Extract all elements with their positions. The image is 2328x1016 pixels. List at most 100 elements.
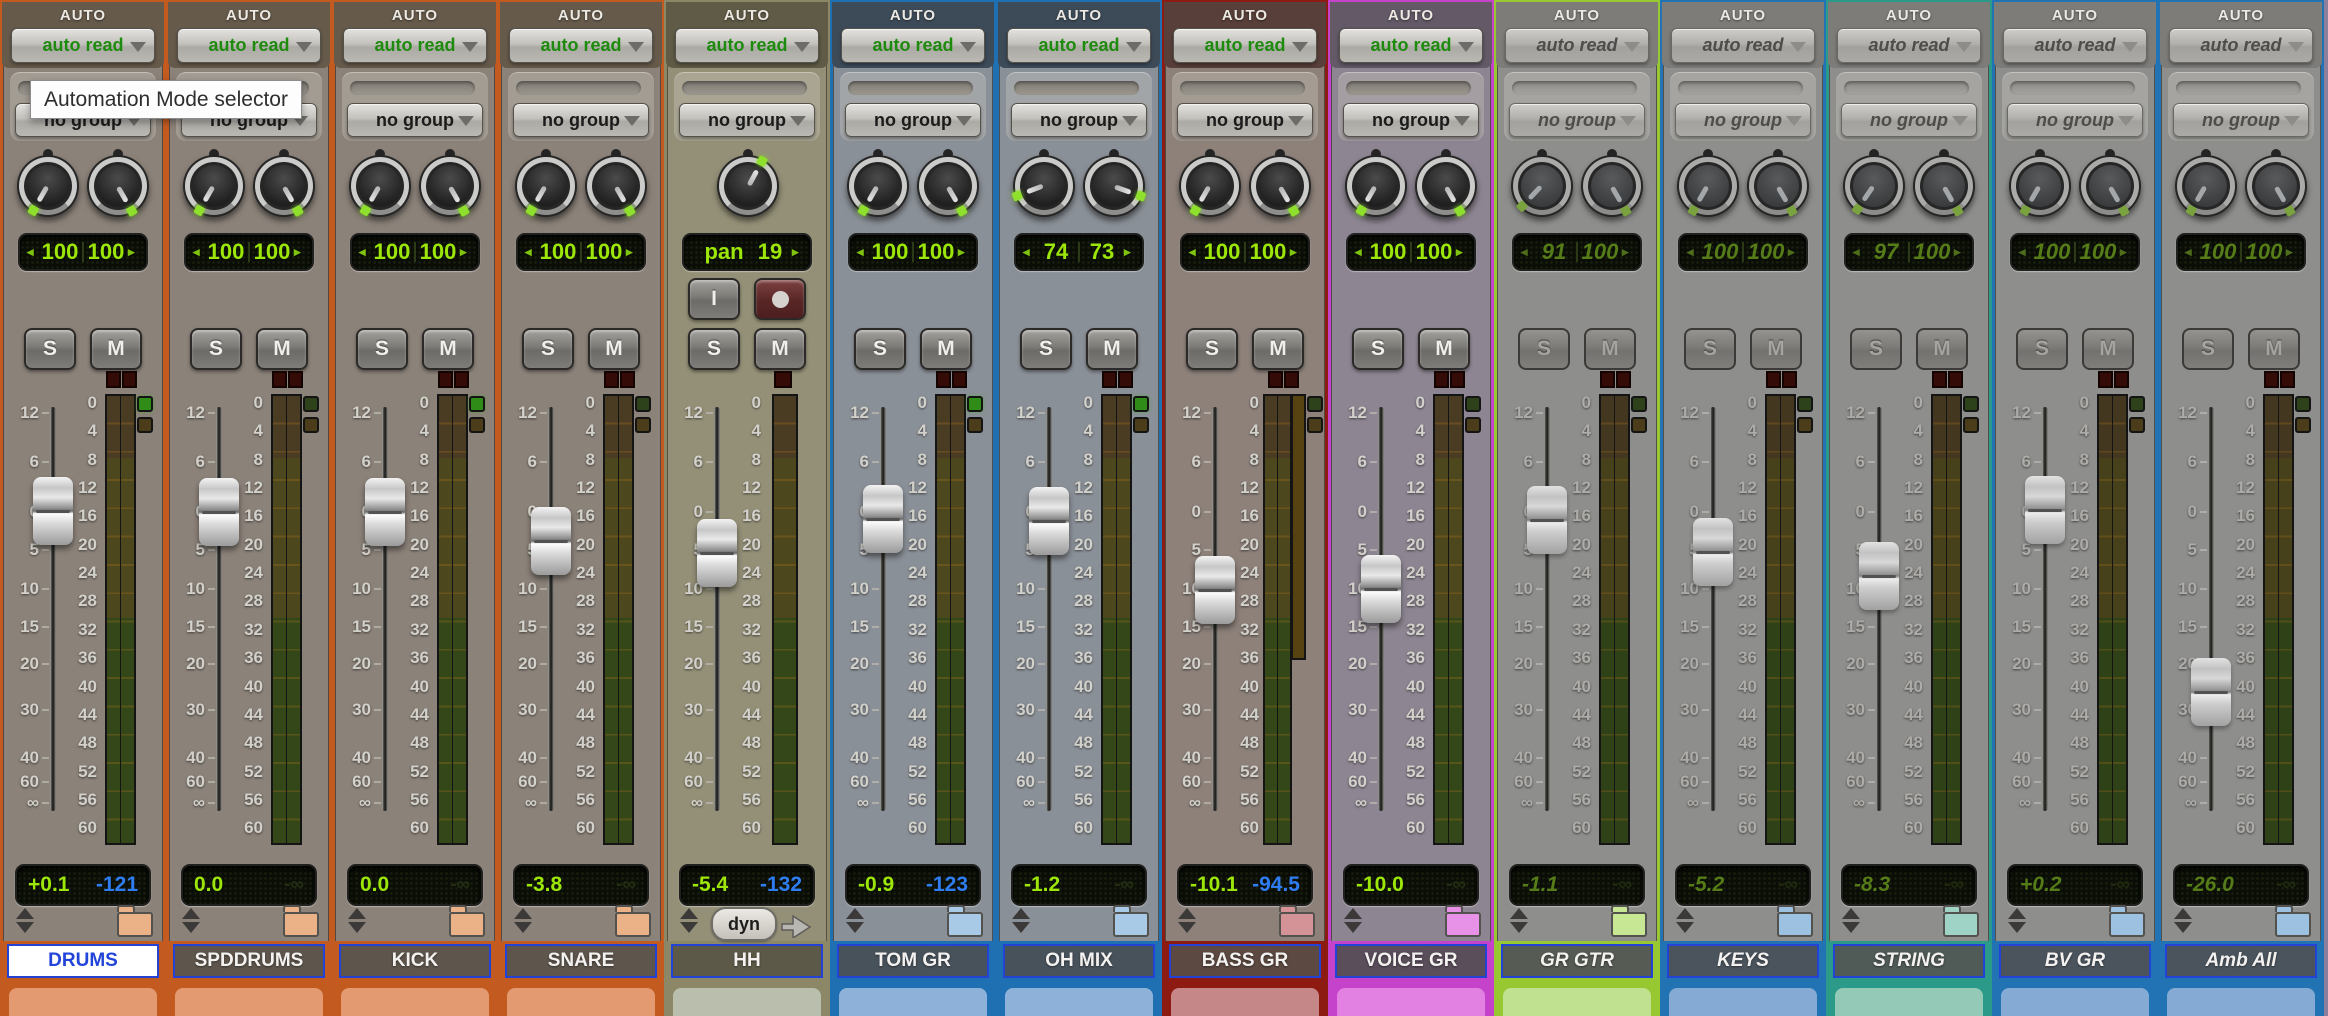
pan-knob-left[interactable] xyxy=(1179,155,1241,217)
automation-mode-select[interactable]: auto read xyxy=(509,28,653,63)
solo-button[interactable]: S xyxy=(1684,328,1736,370)
pan-knob-left[interactable] xyxy=(1011,155,1075,217)
volume-display[interactable]: -1.2 -∞ xyxy=(1011,864,1147,906)
arrow-down-icon[interactable] xyxy=(680,922,698,933)
pan-knob-right[interactable] xyxy=(1747,155,1809,217)
pan-decrement-arrow[interactable]: ◂ xyxy=(1189,244,1200,260)
pan-knob-right[interactable] xyxy=(2079,155,2141,217)
solo-button[interactable]: S xyxy=(1186,328,1238,370)
nudge-arrows[interactable] xyxy=(1676,908,1694,933)
pan-knob-left[interactable] xyxy=(349,155,411,217)
arrow-up-icon[interactable] xyxy=(680,908,698,919)
pan-display[interactable]: ◂ 100 100 ▸ xyxy=(1346,233,1476,271)
pan-knob-left[interactable] xyxy=(17,155,79,217)
track-name[interactable]: BV GR xyxy=(1999,944,2151,978)
pan-display[interactable]: ◂ 100 100 ▸ xyxy=(184,233,314,271)
pan-knob-right[interactable] xyxy=(87,155,149,217)
pan-knob-left[interactable] xyxy=(1843,155,1905,217)
mute-button[interactable]: M xyxy=(1252,328,1304,370)
mute-button[interactable]: M xyxy=(1584,328,1636,370)
nudge-arrows[interactable] xyxy=(2008,908,2026,933)
automation-mode-select[interactable]: auto read xyxy=(1671,28,1815,63)
pan-display[interactable]: ◂ 100 100 ▸ xyxy=(516,233,646,271)
solo-button[interactable]: S xyxy=(24,328,76,370)
group-select[interactable]: no group xyxy=(2007,103,2143,137)
clip-indicators[interactable] xyxy=(438,371,469,388)
pan-increment-arrow[interactable]: ▸ xyxy=(1788,244,1799,260)
mute-button[interactable]: M xyxy=(1086,328,1138,370)
pan-display[interactable]: ◂ 100 100 ▸ xyxy=(848,233,978,271)
group-color-bar[interactable] xyxy=(516,81,641,95)
pan-decrement-arrow[interactable]: ◂ xyxy=(193,244,204,260)
track-name[interactable]: KICK xyxy=(339,944,491,978)
solo-button[interactable]: S xyxy=(522,328,574,370)
group-select[interactable]: no group xyxy=(1011,103,1147,137)
mute-button[interactable]: M xyxy=(920,328,972,370)
pan-display[interactable]: ◂ 100 100 ▸ xyxy=(1180,233,1310,271)
clip-indicators[interactable] xyxy=(272,371,303,388)
solo-button[interactable]: S xyxy=(1518,328,1570,370)
nudge-arrows[interactable] xyxy=(348,908,366,933)
pan-increment-arrow[interactable]: ▸ xyxy=(792,244,803,260)
solo-button[interactable]: S xyxy=(356,328,408,370)
solo-button[interactable]: S xyxy=(854,328,906,370)
volume-display[interactable]: -10.1 -94.5 xyxy=(1177,864,1313,906)
pan-decrement-arrow[interactable]: ◂ xyxy=(359,244,370,260)
pan-decrement-arrow[interactable]: ◂ xyxy=(1687,244,1698,260)
clip-indicators[interactable] xyxy=(1600,371,1631,388)
arrow-down-icon[interactable] xyxy=(2008,922,2026,933)
group-color-bar[interactable] xyxy=(1346,81,1471,95)
group-select[interactable]: no group xyxy=(513,103,649,137)
pan-knob-left[interactable] xyxy=(2175,155,2237,217)
group-color-bar[interactable] xyxy=(1014,81,1139,95)
arrow-up-icon[interactable] xyxy=(1344,908,1362,919)
fader-cap[interactable] xyxy=(1029,487,1069,556)
track-name[interactable]: VOICE GR xyxy=(1335,944,1487,978)
group-select[interactable]: no group xyxy=(845,103,981,137)
track-name[interactable]: TOM GR xyxy=(837,944,989,978)
nudge-arrows[interactable] xyxy=(1344,908,1362,933)
automation-mode-select[interactable]: auto read xyxy=(177,28,321,63)
pan-knob-left[interactable] xyxy=(1511,155,1573,217)
folder-icon[interactable] xyxy=(1611,905,1647,937)
volume-display[interactable]: -1.1 -∞ xyxy=(1509,864,1645,906)
fader-track[interactable] xyxy=(1710,407,1716,811)
automation-mode-select[interactable]: auto read xyxy=(2169,28,2313,63)
automation-mode-select[interactable]: auto read xyxy=(1173,28,1317,63)
group-color-bar[interactable] xyxy=(2010,81,2135,95)
fader-cap[interactable] xyxy=(199,478,239,546)
group-select[interactable]: no group xyxy=(1343,103,1479,137)
track-name[interactable]: OH MIX xyxy=(1003,944,1155,978)
pan-increment-arrow[interactable]: ▸ xyxy=(2286,244,2297,260)
pan-knob-right[interactable] xyxy=(1581,155,1643,217)
fader-track[interactable] xyxy=(548,407,554,811)
arrow-up-icon[interactable] xyxy=(16,908,34,919)
pan-knob-right[interactable] xyxy=(419,155,481,217)
group-color-bar[interactable] xyxy=(1180,81,1305,95)
fader-track[interactable] xyxy=(2208,407,2214,811)
arrow-down-icon[interactable] xyxy=(182,922,200,933)
track-name[interactable]: SNARE xyxy=(505,944,657,978)
fader-track[interactable] xyxy=(1544,407,1550,811)
volume-display[interactable]: -10.0 -∞ xyxy=(1343,864,1479,906)
nudge-arrows[interactable] xyxy=(1178,908,1196,933)
solo-button[interactable]: S xyxy=(2016,328,2068,370)
folder-icon[interactable] xyxy=(615,905,651,937)
arrow-up-icon[interactable] xyxy=(182,908,200,919)
mute-button[interactable]: M xyxy=(1750,328,1802,370)
solo-button[interactable]: S xyxy=(190,328,242,370)
folder-icon[interactable] xyxy=(1279,905,1315,937)
group-select[interactable]: no group xyxy=(2173,103,2309,137)
fader-cap[interactable] xyxy=(33,477,73,546)
pan-knob-left[interactable] xyxy=(183,155,245,217)
folder-icon[interactable] xyxy=(449,905,485,937)
arrow-up-icon[interactable] xyxy=(1510,908,1528,919)
pan-increment-arrow[interactable]: ▸ xyxy=(294,244,305,260)
volume-display[interactable]: 0.0 -∞ xyxy=(347,864,483,906)
pan-knob-left[interactable] xyxy=(717,154,779,217)
group-select[interactable]: no group xyxy=(1841,103,1977,137)
arrow-down-icon[interactable] xyxy=(846,922,864,933)
mute-button[interactable]: M xyxy=(256,328,308,370)
group-select[interactable]: no group xyxy=(679,103,815,137)
fader-cap[interactable] xyxy=(2191,657,2231,726)
